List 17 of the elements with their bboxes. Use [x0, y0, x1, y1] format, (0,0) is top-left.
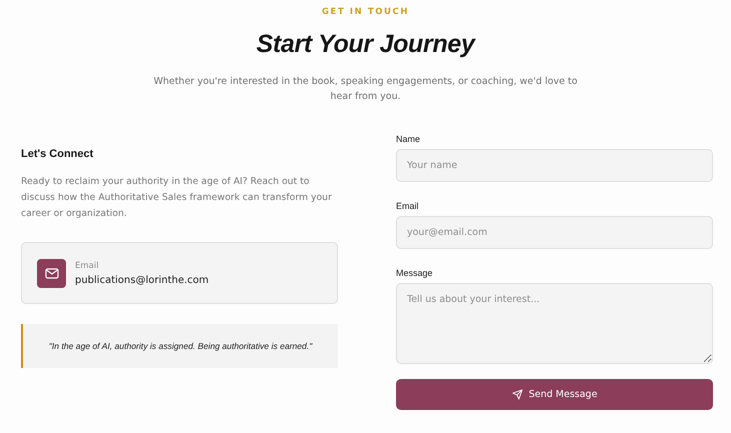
- connect-heading: Let's Connect: [21, 148, 94, 160]
- send-icon: [512, 389, 523, 400]
- contact-label: Email: [75, 260, 100, 270]
- quote-text: "In the age of AI, authority is assigned. Being authoritative is earned.": [48, 341, 312, 351]
- contact-email[interactable]: publications@lorinthe.com: [75, 274, 209, 286]
- send-button[interactable]: Send Message: [396, 379, 713, 410]
- message-field[interactable]: Tell us about your interest...: [396, 283, 713, 364]
- input-field[interactable]: Your name: [396, 149, 713, 182]
- field-label: Name: [396, 134, 422, 144]
- input-field[interactable]: your@email.com: [396, 216, 713, 249]
- page-title: Start Your Journey: [256, 30, 475, 59]
- mail-icon: [37, 258, 66, 288]
- section-eyebrow: GET IN TOUCH: [322, 7, 410, 17]
- field-label: Email: [396, 201, 420, 211]
- page-subtitle: Whether you're interested in the book, speaking engagements, or coaching, we'd love to hear from you.: [152, 75, 578, 104]
- field-label: Message: [396, 268, 434, 278]
- connect-text: Ready to reclaim your authority in the age of AI? Reach out to discuss how the Authoritative Sales framework can transform your career or organization.: [21, 175, 333, 221]
